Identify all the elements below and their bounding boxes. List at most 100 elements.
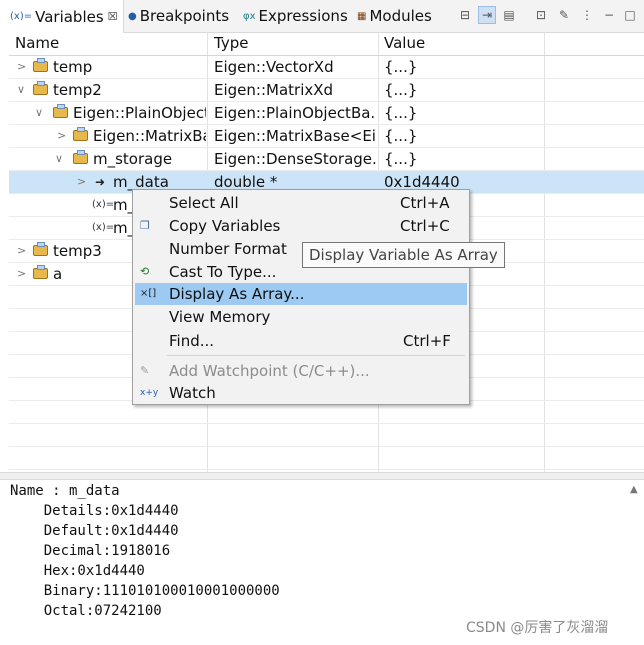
struct-variable-icon [33,242,48,256]
scroll-up-icon[interactable]: ▲ [630,484,638,495]
tab-variables[interactable]: (x)= Variables ☒ [0,0,124,33]
variable-name: temp2 [53,81,102,99]
menu-item-label: Number Format [169,240,287,258]
menu-item-display-as-array[interactable]: ×[] Display As Array... [135,283,467,305]
menu-item-add-watchpoint[interactable]: ✎ Add Watchpoint (C/C++)... [135,360,467,382]
variable-name: m_storage [93,150,173,168]
collapse-arrow-icon[interactable]: ∨ [17,79,25,101]
menu-item-view-memory[interactable]: View Memory [135,306,467,328]
tab-modules-label: Modules [369,7,432,25]
details-line: Binary:111010100010001000000 [10,583,280,599]
details-line: Default:0x1d4440 [10,523,179,539]
maximize-icon[interactable]: □ [621,6,639,24]
details-line: Hex:0x1d4440 [10,563,145,579]
menu-item-label: Add Watchpoint (C/C++)... [169,362,370,380]
table-row[interactable]: > Eigen::MatrixBase Eigen::MatrixBase<Ei… [9,125,644,148]
table-row[interactable]: > temp Eigen::VectorXd {...} [9,56,644,79]
view-tab-bar: (x)= Variables ☒ ● Breakpoints φx Expres… [0,0,644,33]
variable-type: Eigen::DenseStorage... [214,150,376,168]
new-view-icon[interactable]: ⊡ [532,6,550,24]
table-row[interactable]: ∨ Eigen::PlainObjectBase Eigen::PlainObj… [9,102,644,125]
variable-name: Eigen::MatrixBase [93,127,206,145]
watch-expression-icon: x+y [140,388,159,398]
column-header-name[interactable]: Name [15,32,59,55]
struct-variable-icon [73,127,88,141]
expand-arrow-icon[interactable]: > [17,240,26,262]
expand-arrow-icon[interactable]: > [17,263,26,285]
expand-arrow-icon[interactable]: > [77,171,86,193]
menu-item-copy-variables[interactable]: ❐ Copy Variables Ctrl+C [135,215,467,237]
show-type-names-icon[interactable]: ⇥ [478,6,496,24]
column-header-type[interactable]: Type [214,32,248,55]
close-tab-icon[interactable]: ☒ [108,10,118,23]
tab-expressions-label: Expressions [258,7,348,25]
array-icon: ×[] [140,288,157,299]
minimize-icon[interactable]: − [600,6,618,24]
collapse-arrow-icon[interactable]: ∨ [55,148,63,170]
tab-modules[interactable]: ▦ Modules [357,0,432,32]
details-line: Decimal:1918016 [10,543,171,559]
menu-item-select-all[interactable]: Select All Ctrl+A [135,192,467,214]
menu-item-label: Cast To Type... [169,263,277,281]
menu-separator [167,355,465,356]
variable-type: Eigen::VectorXd [214,58,334,76]
menu-item-label: Select All [169,194,239,212]
view-menu-icon[interactable]: ⋮ [578,6,596,24]
details-name: Name : m_data [10,483,120,499]
collapse-all-icon[interactable]: ⊟ [456,6,474,24]
struct-variable-icon [73,150,88,164]
tab-variables-label: Variables [35,7,104,26]
variable-name: temp [53,58,93,76]
variable-type: Eigen::PlainObjectBa... [214,104,376,122]
variable-value: {...} [384,104,418,122]
tab-breakpoints[interactable]: ● Breakpoints [128,0,229,32]
struct-variable-icon [33,81,48,95]
context-menu: Select All Ctrl+A ❐ Copy Variables Ctrl+… [132,189,470,405]
menu-shortcut: Ctrl+A [400,194,450,212]
variable-icon: (x)= [92,199,115,210]
variable-name: Eigen::PlainObjectBase [73,104,206,122]
menu-item-find[interactable]: Find... Ctrl+F [135,330,467,352]
watchpoint-icon: ✎ [140,364,150,377]
variable-value: {...} [384,127,418,145]
variable-type: Eigen::MatrixXd [214,81,334,99]
struct-variable-icon [33,58,48,72]
breakpoints-icon: ● [128,10,137,22]
cast-type-icon: ⟲ [140,265,150,278]
menu-item-label: Copy Variables [169,217,281,235]
menu-item-label: View Memory [169,308,271,326]
menu-item-label: Watch [169,384,216,402]
variable-value: {...} [384,150,418,168]
variable-type: Eigen::MatrixBase<Ei... [214,127,376,145]
menu-item-watch[interactable]: x+y Watch [135,382,467,404]
pointer-variable-icon: ➜ [95,175,106,189]
table-row[interactable]: ∨ m_storage Eigen::DenseStorage... {...} [9,148,644,171]
details-line: Details:0x1d4440 [10,503,179,519]
variables-icon: (x)= [10,11,33,22]
copy-icon: ❐ [140,219,150,232]
column-header-value[interactable]: Value [384,32,425,55]
expressions-icon: φx [243,10,256,22]
collapse-arrow-icon[interactable]: ∨ [35,102,43,124]
table-row[interactable]: ∨ temp2 Eigen::MatrixXd {...} [9,79,644,102]
struct-variable-icon [33,265,48,279]
menu-shortcut: Ctrl+F [403,332,451,350]
variable-value: {...} [384,81,418,99]
edit-icon[interactable]: ✎ [555,6,573,24]
tab-breakpoints-label: Breakpoints [139,7,230,25]
empty-row [9,424,644,447]
watermark: CSDN @厉害了灰溜溜 [466,620,609,636]
modules-icon: ▦ [357,10,367,22]
pane-splitter[interactable] [0,472,644,480]
empty-row [9,447,644,470]
variable-icon: (x)= [92,222,115,233]
expand-arrow-icon[interactable]: > [57,125,66,147]
menu-item-label: Display As Array... [169,285,305,303]
variable-value: {...} [384,58,418,76]
expand-arrow-icon[interactable]: > [17,56,26,78]
tab-expressions[interactable]: φx Expressions [243,0,348,32]
menu-item-label: Find... [169,332,215,350]
struct-variable-icon [53,104,68,118]
layout-icon[interactable]: ▤ [500,6,518,24]
menu-shortcut: Ctrl+C [400,217,450,235]
